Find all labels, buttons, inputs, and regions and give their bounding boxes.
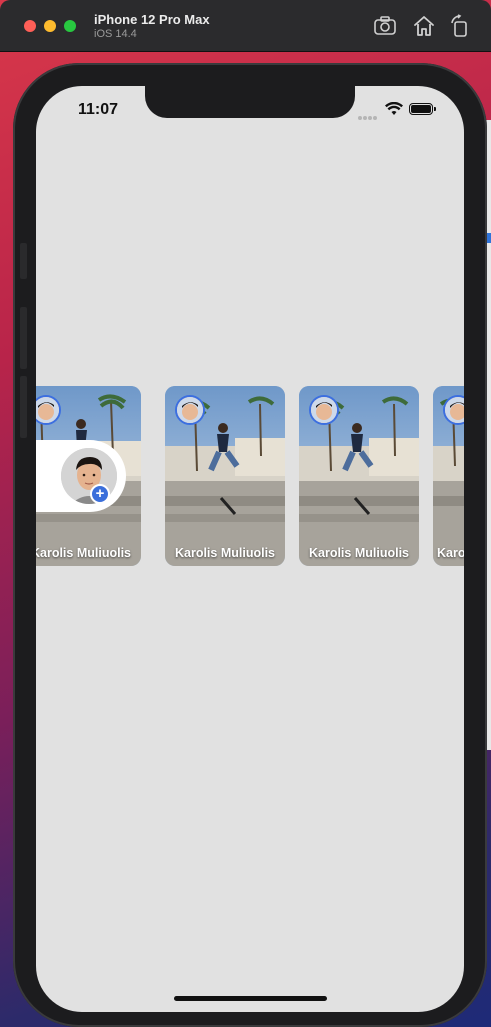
device-title: iPhone 12 Pro Max bbox=[94, 12, 210, 27]
home-icon[interactable] bbox=[412, 14, 436, 38]
status-time: 11:07 bbox=[78, 101, 119, 118]
rotate-icon[interactable] bbox=[448, 14, 472, 38]
create-story-button[interactable]: + bbox=[36, 440, 126, 512]
simulator-titlebar: iPhone 12 Pro Max iOS 14.4 bbox=[0, 0, 491, 52]
volume-down-button bbox=[20, 376, 27, 438]
os-version: iOS 14.4 bbox=[94, 28, 137, 40]
battery-icon bbox=[409, 103, 436, 115]
add-story-plus-icon[interactable]: + bbox=[90, 484, 110, 504]
device-screen: 11:07 Karolis Muliuolis Karolis Muliuoli… bbox=[36, 86, 464, 1012]
story-card[interactable]: Karo bbox=[433, 386, 464, 566]
story-author-name: Karo bbox=[437, 546, 464, 560]
avatar bbox=[309, 395, 339, 425]
zoom-window-button[interactable] bbox=[64, 20, 76, 32]
volume-up-button bbox=[20, 307, 27, 369]
status-icons bbox=[358, 102, 438, 120]
close-window-button[interactable] bbox=[24, 20, 36, 32]
story-card[interactable]: Karolis Muliuolis bbox=[165, 386, 285, 566]
story-author-name: Karolis Muliuolis bbox=[308, 546, 409, 560]
avatar bbox=[175, 395, 205, 425]
signal-dots-icon bbox=[358, 107, 380, 120]
notch bbox=[145, 86, 355, 118]
screenshot-icon[interactable] bbox=[373, 14, 397, 38]
story-author-name: Karolis Muliuolis bbox=[174, 546, 275, 560]
minimize-window-button[interactable] bbox=[44, 20, 56, 32]
story-card[interactable]: Karolis Muliuolis bbox=[299, 386, 419, 566]
wifi-icon bbox=[385, 102, 403, 115]
story-author-name: Karolis Muliuolis bbox=[36, 546, 131, 560]
home-indicator[interactable] bbox=[174, 996, 327, 1001]
stories-row[interactable]: Karolis Muliuolis Karolis Muliuolis Karo… bbox=[36, 386, 464, 566]
mute-switch bbox=[20, 243, 27, 279]
